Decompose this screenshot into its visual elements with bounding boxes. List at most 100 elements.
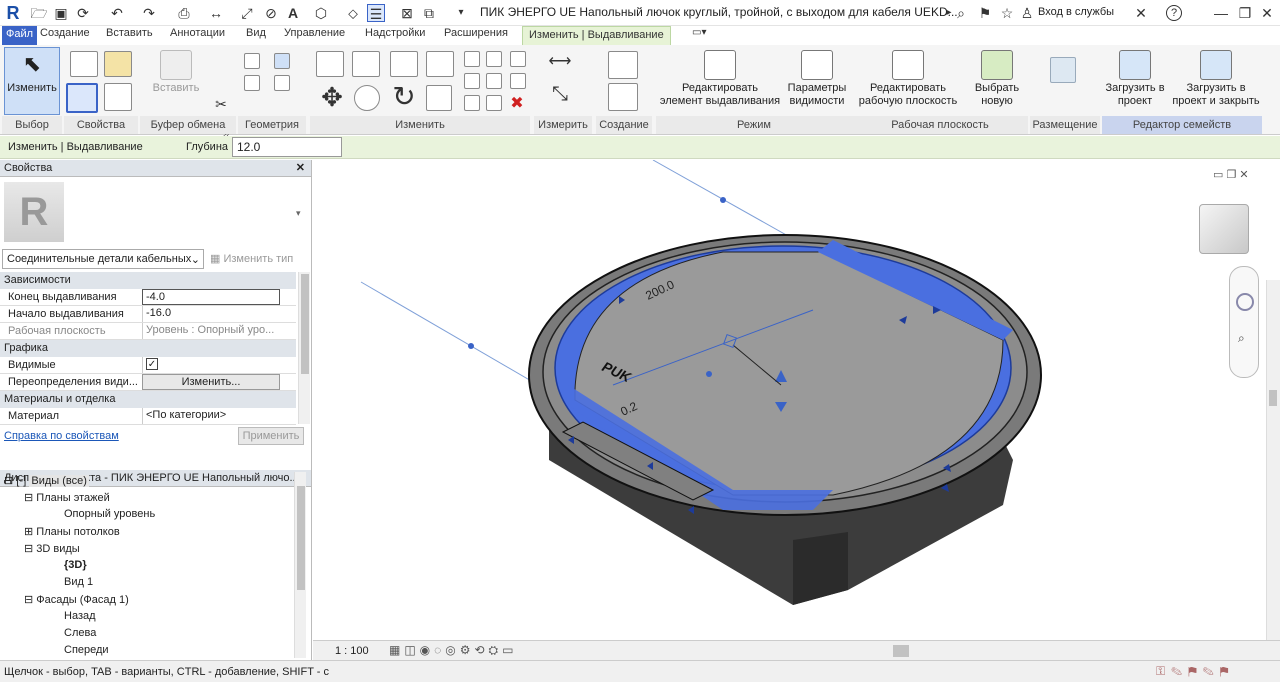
tree-3d[interactable]: {3D} [64,559,87,571]
prop-extrusion-start[interactable]: Начало выдавливания -16.0 [0,306,296,323]
revit-logo-icon[interactable]: R [4,4,22,22]
visible-checkbox[interactable]: ✓ [142,357,280,373]
unpin-icon[interactable] [486,73,502,89]
type-selector[interactable]: Соединительные детали кабельных ⌄ [2,249,204,269]
paste-button[interactable]: Вставить [148,47,204,115]
open-icon[interactable]: 🗁 [30,4,48,22]
save-icon[interactable]: ▣ [52,4,70,22]
load-into-project-button[interactable]: Загрузить в проект [1102,47,1168,115]
exchange-icon[interactable]: ✕ [1132,4,1150,22]
close-hidden-icon[interactable]: ⊠ [398,4,416,22]
trim-single-icon[interactable] [510,73,526,89]
tree-back[interactable]: Назад [64,610,96,622]
copy-element-icon[interactable] [354,85,380,111]
array-icon[interactable] [464,73,480,89]
thin-lines-icon[interactable]: ☰ [367,4,385,22]
cut-icon[interactable]: ✂ [212,95,230,113]
undo-icon[interactable]: ↶ [108,4,126,22]
binoculars-icon[interactable]: ⌕ [952,4,970,22]
user-icon[interactable]: ♙ [1018,4,1036,22]
rotate-icon[interactable]: ↻ [390,83,418,111]
measure-between-icon[interactable]: ⟷ [540,53,580,71]
type-dropdown-arrow-icon[interactable]: ▾ [296,208,301,219]
viewcube-icon[interactable] [1199,204,1249,254]
scale-selector[interactable]: 1 : 100 [335,645,369,657]
tab-create[interactable]: Создание [40,27,90,39]
view-window-controls[interactable]: ▭ ❐ ✕ [1213,168,1249,181]
depth-input[interactable]: 12.0 [232,137,342,157]
tag-icon[interactable]: ⊘ [262,4,280,22]
split-gap-icon[interactable] [486,95,502,111]
tab-insert[interactable]: Вставить [106,27,153,39]
edit-type-button[interactable]: ▦ Изменить тип [210,252,293,265]
prop-material[interactable]: Материал <По категории> [0,408,296,425]
section-materials[interactable]: Материалы и отделка [0,391,296,408]
delete-icon[interactable]: ✖ [508,95,526,113]
tab-manage[interactable]: Управление [284,27,345,39]
customize-qat-icon[interactable]: ▾ [452,4,470,22]
split-face-icon[interactable] [274,75,290,91]
redo-icon[interactable]: ↷ [140,4,158,22]
tab-modify-extrusion[interactable]: Изменить | Выдавливание [522,26,671,45]
zoom-icon[interactable]: ⌕ [1238,331,1245,346]
type-properties-icon[interactable] [70,51,98,77]
tree-elevations[interactable]: ⊟ Фасады (Фасад 1) [24,593,129,606]
create-group-icon[interactable] [608,83,638,111]
browser-scrollbar[interactable] [294,472,306,658]
steering-wheel-icon[interactable] [1236,293,1254,311]
tab-view[interactable]: Вид [246,27,266,39]
prop-extrusion-end[interactable]: Конец выдавливания -4.0 [0,289,296,306]
tab-file[interactable]: Файл [2,26,38,45]
prop-visible[interactable]: Видимые ✓ [0,357,296,374]
trim-multiple-icon[interactable] [464,95,480,111]
restore-icon[interactable]: ❐ [1236,4,1254,22]
sign-in-button[interactable]: Вход в службы [1038,6,1114,18]
scale-icon[interactable] [510,51,526,67]
switch-windows-icon[interactable]: ⧉ [420,4,438,22]
3d-view-icon[interactable]: ⬡ [312,4,330,22]
tree-floor-plans[interactable]: ⊟ Планы этажей [24,491,110,504]
section-icon[interactable]: ⬦ [344,4,362,22]
text-icon[interactable]: A [284,4,302,22]
pin-icon[interactable] [486,51,502,67]
tree-view-1[interactable]: Вид 1 [64,576,93,588]
apply-button[interactable]: Применить [238,427,304,445]
aligned-dimension-icon[interactable]: ⤡ [540,84,580,104]
prop-value[interactable]: -16.0 [142,306,280,322]
split-icon[interactable] [464,51,480,67]
section-constraints[interactable]: Зависимости [0,272,296,289]
section-graphics[interactable]: Графика [0,340,296,357]
print-icon[interactable]: ⎙ [175,4,193,22]
tab-addins[interactable]: Надстройки [365,27,425,39]
dimension-icon[interactable]: ⤢ [238,4,256,22]
align-icon[interactable] [316,51,344,77]
tree-ref-level[interactable]: Опорный уровень [64,508,155,520]
edit-workplane-button[interactable]: Редактировать рабочую плоскость [854,47,962,115]
tab-annotate[interactable]: Аннотации [170,27,225,39]
scroll-thumb[interactable] [297,486,305,590]
edit-extrusion-button[interactable]: Редактировать элемент выдавливания [658,47,782,115]
horizontal-scroll-thumb[interactable] [893,645,909,657]
family-types-icon[interactable] [104,51,132,77]
subscription-icon[interactable]: ⚑ [976,4,994,22]
minimize-icon[interactable]: — [1212,4,1230,22]
tree-ceiling-plans[interactable]: ⊞ Планы потолков [24,525,120,538]
tree-3d-views[interactable]: ⊟ 3D виды [24,542,80,555]
mirror-axis-icon[interactable] [390,51,418,77]
move-icon[interactable]: ✥ [318,83,346,111]
placement-icon[interactable] [1050,57,1076,83]
cut-geometry-icon[interactable] [244,75,260,91]
prop-value[interactable]: <По категории> [142,408,280,424]
properties-icon[interactable] [66,83,98,113]
scroll-thumb[interactable] [1269,390,1277,406]
viewport-scrollbar[interactable] [1266,280,1280,640]
scroll-thumb[interactable] [301,274,309,374]
cope-icon[interactable] [244,53,260,69]
modify-button[interactable]: ⬉ Изменить [4,47,60,115]
join-icon[interactable] [274,53,290,69]
prop-value-input[interactable]: -4.0 [142,289,280,305]
create-similar-icon[interactable] [608,51,638,79]
family-category-icon[interactable] [104,83,132,111]
tab-extensions[interactable]: Расширения [444,27,508,39]
load-and-close-button[interactable]: Загрузить в проект и закрыть [1170,47,1262,115]
